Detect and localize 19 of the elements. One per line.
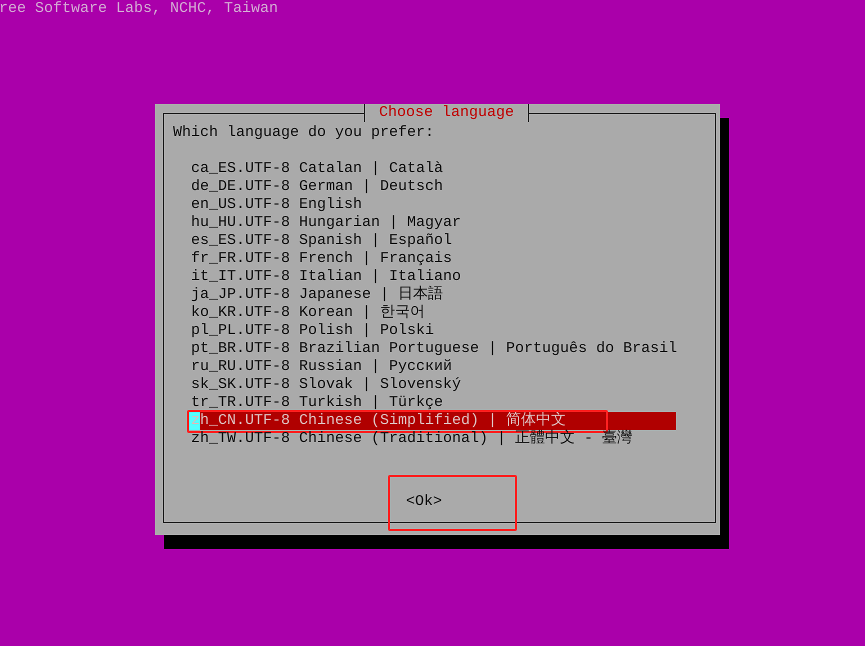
language-option[interactable]: fr_FR.UTF-8 French | Français xyxy=(189,250,676,268)
dialog-title: Choose language xyxy=(364,104,530,122)
language-option[interactable]: ko_KR.UTF-8 Korean | 한국어 xyxy=(189,304,676,322)
language-option[interactable]: es_ES.UTF-8 Spanish | Español xyxy=(189,232,676,250)
language-option[interactable]: sk_SK.UTF-8 Slovak | Slovenský xyxy=(189,376,676,394)
language-option[interactable]: hu_HU.UTF-8 Hungarian | Magyar xyxy=(189,214,676,232)
language-option[interactable]: en_US.UTF-8 English xyxy=(189,196,676,214)
header-text: ree Software Labs, NCHC, Taiwan xyxy=(0,0,280,17)
language-option[interactable]: ja_JP.UTF-8 Japanese | 日本語 xyxy=(189,286,676,304)
prompt-text: Which language do you prefer: xyxy=(173,124,436,142)
language-option[interactable]: de_DE.UTF-8 German | Deutsch xyxy=(189,178,676,196)
ok-button[interactable]: <Ok> xyxy=(406,493,442,511)
language-option[interactable]: zh_TW.UTF-8 Chinese (Traditional) | 正體中文 - 臺灣 xyxy=(189,430,676,448)
language-option[interactable]: ru_RU.UTF-8 Russian | Русский xyxy=(189,358,676,376)
language-option[interactable]: pl_PL.UTF-8 Polish | Polski xyxy=(189,322,676,340)
language-option[interactable]: pt_BR.UTF-8 Brazilian Portuguese | Português do Brasil xyxy=(189,340,676,358)
language-option[interactable]: tr_TR.UTF-8 Turkish | Türkçe xyxy=(189,394,676,412)
language-option[interactable]: ca_ES.UTF-8 Catalan | Català xyxy=(189,160,676,178)
language-option[interactable]: it_IT.UTF-8 Italian | Italiano xyxy=(189,268,676,286)
